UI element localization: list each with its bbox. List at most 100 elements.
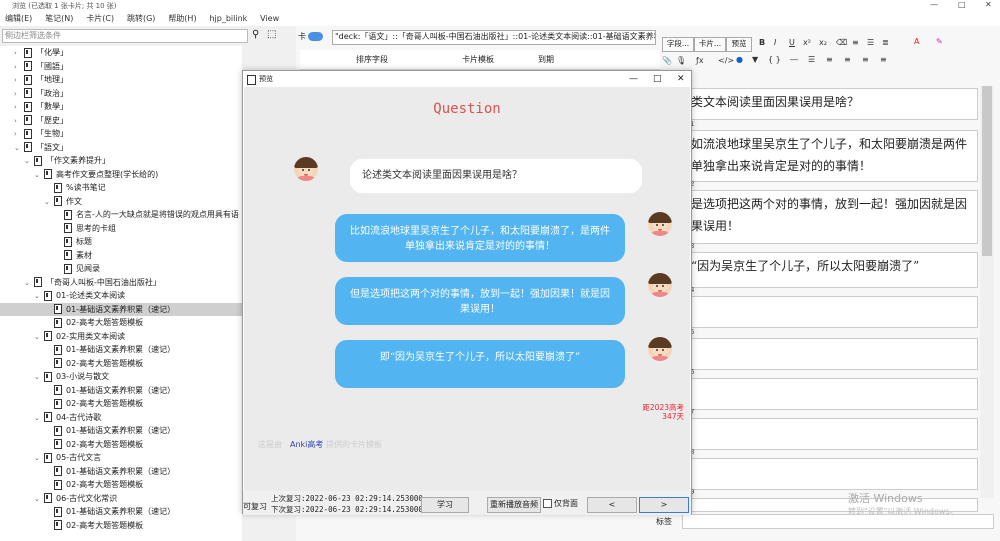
- chevron-icon[interactable]: ⌄: [34, 371, 44, 384]
- hr-icon[interactable]: ―: [790, 55, 798, 64]
- cards-notes-toggle[interactable]: [308, 32, 323, 41]
- column-card-template[interactable]: 卡片模板: [462, 54, 494, 65]
- note-field[interactable]: 类文本阅读里面因果误用是啥？: [682, 88, 978, 120]
- fields-button[interactable]: 字段...: [662, 37, 694, 52]
- mic-icon[interactable]: 🎙: [676, 56, 686, 65]
- list-icon[interactable]: ≡: [852, 38, 859, 47]
- sidebar-tree-item[interactable]: 01-基础语文素养积累（速记）: [0, 384, 242, 397]
- sidebar-tree-item[interactable]: 01-基础语文素养积累（速记）: [0, 465, 242, 478]
- preview-close-icon[interactable]: ✕: [677, 71, 685, 87]
- sidebar-tree-item[interactable]: %读书笔记: [0, 181, 242, 194]
- back-only-checkbox[interactable]: [543, 499, 552, 508]
- note-field[interactable]: [682, 418, 978, 450]
- preview-button[interactable]: 预览: [726, 37, 752, 52]
- chevron-icon[interactable]: ⌄: [34, 493, 44, 506]
- sidebar-tree-item[interactable]: 思考的卡组: [0, 222, 242, 235]
- column-due[interactable]: 到期: [538, 54, 554, 65]
- chevron-icon[interactable]: ⌄: [34, 169, 44, 182]
- indent-icon[interactable]: ☰: [808, 55, 815, 64]
- chevron-icon[interactable]: ›: [14, 74, 24, 87]
- column-sort-field[interactable]: 排序字段: [356, 54, 388, 65]
- sidebar-tree-item[interactable]: › 「政治」: [0, 87, 242, 100]
- sidebar-tree-item[interactable]: ⌄ 高考作文要点整理(学长给的): [0, 168, 242, 181]
- sidebar-tree-item[interactable]: 见闻录: [0, 262, 242, 275]
- anki-gaokao-link[interactable]: Anki高考: [290, 439, 323, 450]
- eraser-icon[interactable]: ⌫: [836, 38, 847, 47]
- replay-audio-button[interactable]: 重新播放音频: [487, 497, 541, 513]
- menu-cards[interactable]: 卡片(C): [86, 12, 114, 26]
- chevron-icon[interactable]: ›: [14, 47, 24, 60]
- note-field[interactable]: 是选项把这两个对的事情，放到一起！强加因就是因果误用！: [682, 190, 978, 244]
- chevron-icon[interactable]: ›: [14, 128, 24, 141]
- note-field[interactable]: [682, 338, 978, 370]
- tags-input[interactable]: [682, 514, 994, 529]
- minimize-icon[interactable]: —: [930, 0, 938, 9]
- sidebar-tree-item[interactable]: ⌄ 作文: [0, 195, 242, 208]
- note-field[interactable]: [682, 378, 978, 410]
- menu-notes[interactable]: 笔记(N): [45, 12, 73, 26]
- sidebar-tree-item[interactable]: ⌄ 05-古代文言: [0, 451, 242, 464]
- sidebar-tree-item[interactable]: 02-高考大题答题模板: [0, 478, 242, 491]
- chevron-icon[interactable]: ⌄: [24, 155, 34, 168]
- sidebar-tree-item[interactable]: › 「化學」: [0, 46, 242, 59]
- triangle-icon[interactable]: ▼: [752, 55, 758, 64]
- preview-maximize-icon[interactable]: □: [653, 71, 662, 87]
- italic-icon[interactable]: I: [774, 38, 776, 47]
- menu-hjp-bilink[interactable]: hjp_bilink: [209, 12, 247, 26]
- attachment-icon[interactable]: 📎: [662, 56, 672, 65]
- align-icon[interactable]: ≣: [882, 38, 889, 47]
- chevron-icon[interactable]: ›: [14, 61, 24, 74]
- sidebar-tree-item[interactable]: 01-基础语文素养积累（速记）: [0, 343, 242, 356]
- cards-button[interactable]: 卡片...: [694, 37, 726, 52]
- next-card-button[interactable]: >: [639, 497, 689, 513]
- ordered-list-icon[interactable]: ☰: [867, 38, 874, 47]
- maximize-icon[interactable]: □: [958, 0, 966, 9]
- chevron-icon[interactable]: ⌄: [34, 290, 44, 303]
- sidebar-tree-item[interactable]: ⌄ 01-论述类文本阅读: [0, 289, 242, 302]
- superscript-icon[interactable]: x²: [803, 38, 811, 47]
- note-field[interactable]: [682, 458, 978, 490]
- text-color-icon[interactable]: A: [914, 37, 919, 46]
- html-editor-icon[interactable]: </>: [718, 56, 734, 65]
- align-center-icon[interactable]: ≡: [844, 55, 851, 64]
- sidebar-tree-item[interactable]: ⌄ 04-古代诗歌: [0, 411, 242, 424]
- brace-icon[interactable]: { }: [768, 55, 781, 64]
- chevron-icon[interactable]: ›: [14, 115, 24, 128]
- chevron-icon[interactable]: ⌄: [24, 277, 34, 290]
- chevron-icon[interactable]: ⌄: [14, 142, 24, 155]
- cloze-icon[interactable]: ●: [736, 55, 743, 64]
- note-field[interactable]: “因为吴京生了个儿子，所以太阳要崩溃了”: [682, 252, 978, 288]
- sidebar-tree-item[interactable]: 素材: [0, 249, 242, 262]
- sidebar-tree-item[interactable]: ⌄ 02-实用类文本阅读: [0, 330, 242, 343]
- align-right-icon[interactable]: ≡: [862, 55, 869, 64]
- chevron-icon[interactable]: ›: [14, 101, 24, 114]
- subscript-icon[interactable]: x₂: [819, 38, 827, 47]
- chevron-icon[interactable]: ⌄: [34, 452, 44, 465]
- sidebar-tree-item[interactable]: 01-基础语文素养积累（速记）: [0, 505, 242, 518]
- sidebar-tree-item[interactable]: 01-基础语文素养积累（速记）: [0, 302, 242, 316]
- sidebar-tree-item[interactable]: 02-高考大题答题模板: [0, 519, 242, 532]
- scrollbar-thumb[interactable]: [982, 86, 992, 256]
- highlight-icon[interactable]: ✎: [936, 37, 943, 46]
- sidebar-filter-input[interactable]: 侧边栏筛选条件: [2, 29, 248, 43]
- search-icon[interactable]: ⚲: [252, 29, 259, 40]
- sidebar-tree-item[interactable]: ⌄ 03-小说与散文: [0, 370, 242, 383]
- sidebar-tree-item[interactable]: 02-高考大题答题模板: [0, 438, 242, 451]
- menu-edit[interactable]: 编辑(E): [5, 12, 32, 26]
- chevron-icon[interactable]: ⌄: [34, 331, 44, 344]
- sidebar-tree-item[interactable]: 名言-人的一大缺点就是将错误的观点用具有语: [0, 208, 242, 221]
- sidebar-tree-item[interactable]: › 「數學」: [0, 100, 242, 113]
- bold-icon[interactable]: B: [759, 38, 765, 47]
- menu-go[interactable]: 跳转(G): [127, 12, 155, 26]
- chevron-icon[interactable]: ⌄: [44, 196, 54, 209]
- align-justify-icon[interactable]: ≡: [880, 55, 887, 64]
- sidebar-tree-item[interactable]: › 「歷史」: [0, 114, 242, 127]
- note-field[interactable]: [682, 296, 978, 328]
- sidebar-tree-item[interactable]: ⌄ 「奇哥人叫板-中国石油出版社」: [0, 276, 242, 289]
- sidebar-tree-item[interactable]: 02-高考大题答题模板: [0, 316, 242, 329]
- chevron-icon[interactable]: ⌄: [34, 412, 44, 425]
- editor-scrollbar[interactable]: [980, 86, 994, 498]
- select-icon[interactable]: ⬚: [267, 29, 276, 40]
- sidebar-tree-item[interactable]: 01-基础语文素养积累（速记）: [0, 424, 242, 437]
- sidebar-tree-item[interactable]: 02-高考大题答题模板: [0, 357, 242, 370]
